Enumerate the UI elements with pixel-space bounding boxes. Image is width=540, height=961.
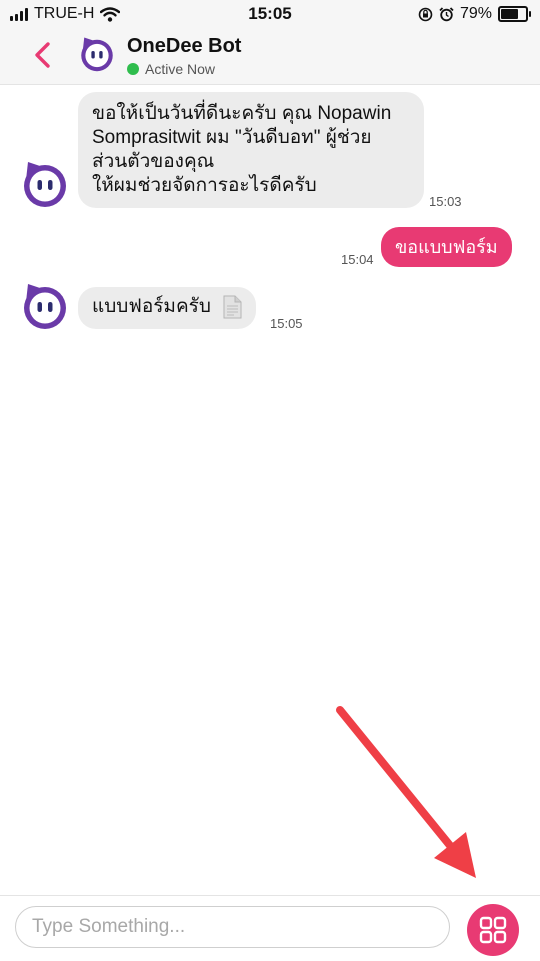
message-time: 15:05 bbox=[270, 316, 303, 331]
bot-avatar bbox=[81, 37, 113, 72]
chat-title: OneDee Bot bbox=[127, 35, 242, 57]
message-line: ขอให้เป็นวันที่ดีนะครับ คุณ Nopawin bbox=[92, 103, 392, 124]
message-time: 15:03 bbox=[429, 194, 462, 209]
menu-grid-button[interactable] bbox=[467, 904, 519, 956]
bot-message-bubble[interactable]: แบบฟอร์มครับ bbox=[78, 287, 257, 329]
status-bar: TRUE-H 15:05 79% bbox=[0, 0, 540, 28]
bot-avatar bbox=[24, 284, 66, 329]
bot-message-bubble: ขอให้เป็นวันที่ดีนะครับ คุณ Nopawin Somp… bbox=[78, 92, 424, 208]
bot-avatar bbox=[24, 162, 66, 207]
rotation-lock-icon bbox=[418, 7, 433, 21]
chat-header: OneDee Bot Active Now bbox=[0, 28, 540, 85]
document-icon[interactable] bbox=[222, 295, 242, 319]
battery-icon bbox=[498, 6, 531, 22]
message-time: 15:04 bbox=[341, 252, 374, 267]
status-right: 79% bbox=[418, 5, 531, 23]
message-line: ส่วนตัวของคุณ bbox=[92, 151, 215, 172]
presence-label: Active Now bbox=[145, 61, 216, 77]
alarm-icon bbox=[439, 6, 454, 21]
online-dot-icon bbox=[127, 63, 139, 75]
message-line: ให้ผมช่วยจัดการอะไรดีครับ bbox=[92, 175, 317, 196]
battery-percent: 79% bbox=[459, 5, 492, 22]
chevron-left-icon[interactable] bbox=[28, 38, 58, 72]
presence-status: Active Now bbox=[127, 61, 215, 77]
message-text: แบบฟอร์มครับ bbox=[92, 296, 211, 318]
annotation-arrow bbox=[336, 706, 476, 878]
user-message-bubble: ขอแบบฟอร์ม bbox=[381, 227, 512, 267]
message-input[interactable] bbox=[15, 906, 450, 948]
message-composer bbox=[0, 895, 540, 961]
message-line: Somprasitwit ผม "วันดีบอท" ผู้ช่วย bbox=[92, 127, 372, 148]
grid-menu-icon bbox=[479, 916, 507, 944]
